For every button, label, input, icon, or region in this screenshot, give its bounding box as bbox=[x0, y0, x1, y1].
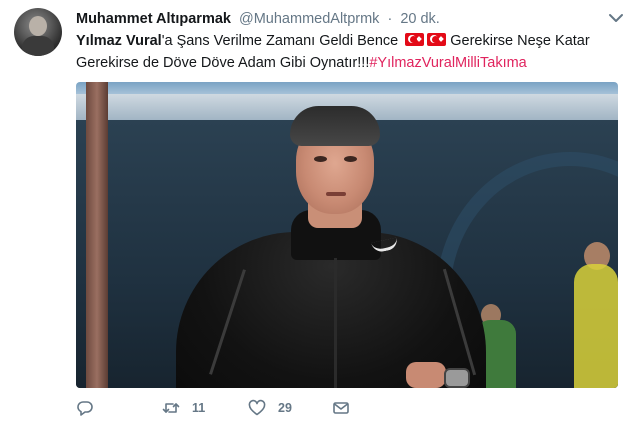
tweet-header: Muhammet Altıparmak @MuhammedAltprmk · 2… bbox=[76, 8, 440, 30]
tweet-text-part1: 'a Şans Verilme Zamanı Geldi Bence bbox=[161, 33, 399, 49]
direct-message-button[interactable] bbox=[332, 396, 350, 420]
avatar[interactable] bbox=[14, 8, 62, 56]
tweet-actions: 11 29 bbox=[76, 396, 376, 420]
retweet-button[interactable]: 11 bbox=[162, 396, 205, 420]
avatar-body bbox=[22, 36, 54, 56]
tweet-text: Yılmaz Vural'a Şans Verilme Zamanı Geldi… bbox=[76, 30, 621, 74]
jacket-zipper bbox=[334, 258, 337, 388]
retweet-icon bbox=[162, 403, 180, 413]
tweet: Muhammet Altıparmak @MuhammedAltprmk · 2… bbox=[0, 0, 641, 428]
author-name[interactable]: Muhammet Altıparmak bbox=[76, 11, 231, 27]
like-button[interactable]: 29 bbox=[248, 396, 292, 420]
coach-mouth bbox=[326, 192, 346, 196]
hashtag-link[interactable]: #YılmazVuralMilliTakıma bbox=[369, 55, 526, 71]
reply-button[interactable] bbox=[76, 396, 106, 420]
turkey-flag-icon bbox=[405, 33, 425, 46]
coach-hand bbox=[406, 362, 446, 388]
dugout-pole bbox=[86, 82, 108, 388]
mention-link[interactable]: Yılmaz Vural bbox=[76, 33, 162, 49]
coach-eye bbox=[344, 156, 357, 162]
background-person bbox=[574, 264, 618, 388]
retweet-count: 11 bbox=[192, 401, 206, 415]
direct-message-icon bbox=[333, 402, 349, 414]
reply-icon bbox=[77, 401, 93, 416]
coach-eye bbox=[314, 156, 327, 162]
turkey-flag-icon bbox=[427, 33, 447, 46]
wristwatch bbox=[444, 368, 470, 388]
coach-hair bbox=[290, 106, 380, 146]
separator-dot: · bbox=[387, 11, 393, 27]
chevron-down-icon[interactable] bbox=[607, 9, 625, 27]
like-icon bbox=[248, 399, 266, 416]
avatar-head bbox=[29, 16, 47, 36]
tweet-photo[interactable] bbox=[76, 82, 618, 388]
author-handle[interactable]: @MuhammedAltprmk bbox=[239, 11, 379, 27]
like-count: 29 bbox=[278, 401, 292, 415]
tweet-timestamp[interactable]: 20 dk. bbox=[400, 11, 440, 27]
